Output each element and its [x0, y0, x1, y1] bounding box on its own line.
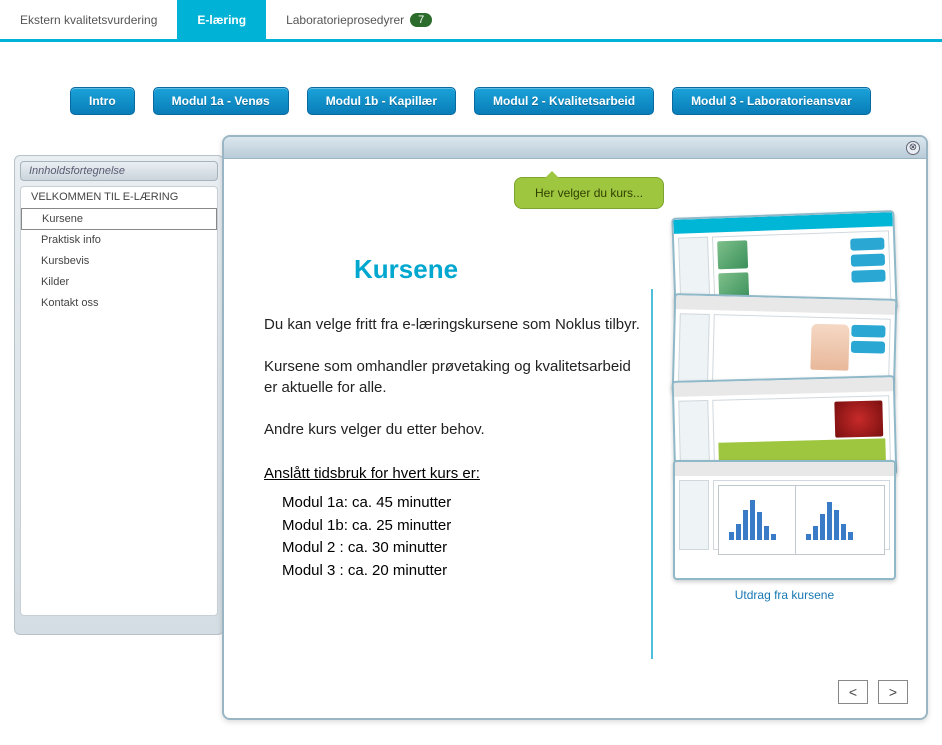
content-text: Kursene Du kan velge fritt fra e-lærings…	[264, 189, 641, 659]
tab-labproc[interactable]: Laboratorieprosedyrer 7	[266, 0, 452, 41]
next-button[interactable]: >	[878, 680, 908, 704]
prev-button[interactable]: <	[838, 680, 868, 704]
thumbnail-4	[673, 460, 896, 580]
labproc-badge: 7	[410, 13, 432, 27]
paragraph-2: Kursene som omhandler prøvetaking og kva…	[264, 357, 641, 398]
toc-item-welcome[interactable]: VELKOMMEN TIL E-LÆRING	[21, 187, 217, 208]
time-heading: Anslått tidsbruk for hvert kurs er:	[264, 465, 641, 482]
tab-ekstern[interactable]: Ekstern kvalitetsvurdering	[0, 0, 177, 41]
module-3-button[interactable]: Modul 3 - Laboratorieansvar	[672, 87, 871, 115]
thumbnail-caption: Utdrag fra kursene	[673, 588, 896, 602]
tab-labproc-label: Laboratorieprosedyrer	[286, 13, 404, 27]
thumbnail-stack: Utdrag fra kursene	[673, 214, 896, 659]
module-1b-button[interactable]: Modul 1b - Kapillær	[307, 87, 456, 115]
content-panel: ⊗ Her velger du kurs... Kursene Du kan v…	[222, 135, 928, 720]
callout: Her velger du kurs...	[514, 177, 664, 209]
sidebar: Innholdsfortegnelse VELKOMMEN TIL E-LÆRI…	[14, 155, 224, 635]
toc-item-kursbevis[interactable]: Kursbevis	[21, 251, 217, 272]
divider-line	[651, 289, 653, 659]
pager: < >	[838, 680, 908, 704]
toc-item-kontakt[interactable]: Kontakt oss	[21, 293, 217, 314]
callout-text: Her velger du kurs...	[514, 177, 664, 209]
time-m1a: Modul 1a: ca. 45 minutter	[282, 492, 641, 515]
panel-titlebar: ⊗	[224, 137, 926, 159]
tab-elaering[interactable]: E-læring	[177, 0, 266, 41]
time-m2: Modul 2 : ca. 30 minutter	[282, 537, 641, 560]
module-1a-button[interactable]: Modul 1a - Venøs	[153, 87, 289, 115]
toc-item-praktisk[interactable]: Praktisk info	[21, 230, 217, 251]
time-list: Modul 1a: ca. 45 minutter Modul 1b: ca. …	[264, 492, 641, 582]
module-2-button[interactable]: Modul 2 - Kvalitetsarbeid	[474, 87, 654, 115]
module-intro-button[interactable]: Intro	[70, 87, 135, 115]
module-nav: Intro Modul 1a - Venøs Modul 1b - Kapill…	[0, 42, 942, 135]
content-heading: Kursene	[354, 254, 641, 285]
toc-list[interactable]: VELKOMMEN TIL E-LÆRING Kursene Praktisk …	[20, 186, 218, 616]
time-m3: Modul 3 : ca. 20 minutter	[282, 560, 641, 583]
time-m1b: Modul 1b: ca. 25 minutter	[282, 515, 641, 538]
sidebar-title: Innholdsfortegnelse	[20, 161, 218, 181]
paragraph-3: Andre kurs velger du etter behov.	[264, 420, 641, 440]
paragraph-1: Du kan velge fritt fra e-læringskursene …	[264, 315, 641, 335]
toc-item-kilder[interactable]: Kilder	[21, 272, 217, 293]
collapse-icon[interactable]: ⊗	[906, 141, 920, 155]
toc-item-kursene[interactable]: Kursene	[21, 208, 217, 230]
top-tabs: Ekstern kvalitetsvurdering E-læring Labo…	[0, 0, 942, 42]
